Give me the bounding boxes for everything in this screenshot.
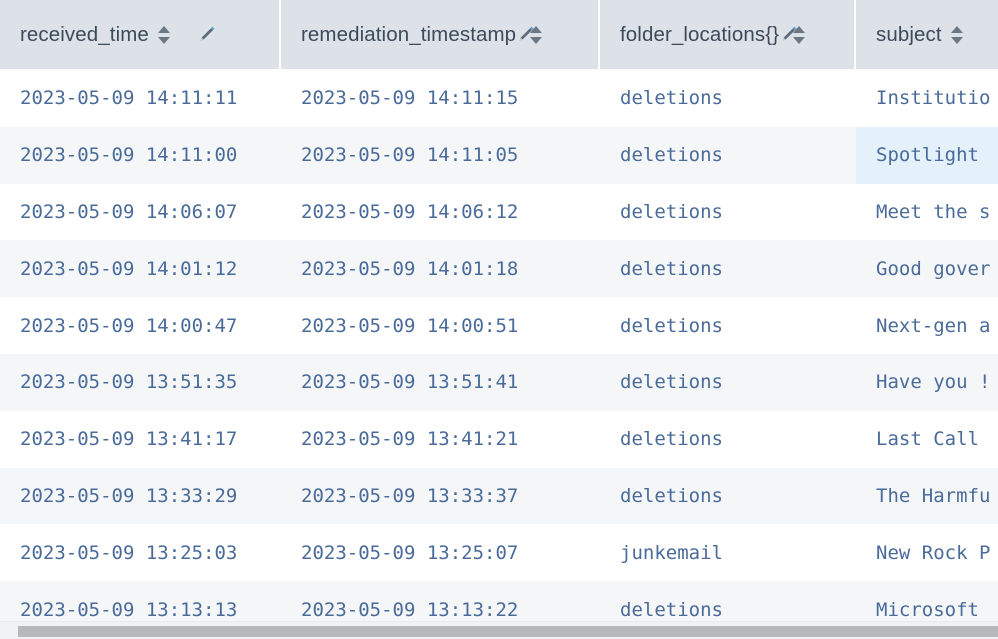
cell-folder_locations[interactable]: deletions [600,354,856,411]
table-row[interactable]: 2023-05-09 14:11:00 2023-05-09 14:11:05 de… [0,126,998,184]
cell-received_time[interactable]: 2023-05-09 14:00:47 [0,297,281,354]
cell-folder_locations[interactable]: deletions [600,468,856,525]
table-row[interactable]: 2023-05-09 13:33:29 2023-05-09 13:33:37 de… [0,467,998,525]
cell-subject[interactable]: Meet the s [856,184,998,241]
cell-received_time[interactable]: 2023-05-09 14:11:00 [0,127,281,184]
cell-folder_locations[interactable]: deletions [600,184,856,241]
sort-icon[interactable] [530,24,543,46]
column-header-label: subject [876,23,942,46]
horizontal-scrollbar[interactable] [0,622,998,639]
table-header-row: received_time remediation_timestamp fold… [0,0,998,70]
cell-subject[interactable]: Good gover [856,240,998,297]
cell-remediation_timestamp[interactable]: 2023-05-09 14:11:15 [281,70,600,127]
column-header-subject[interactable]: subject [856,0,998,70]
cell-received_time[interactable]: 2023-05-09 14:01:12 [0,240,281,297]
horizontal-scroll-thumb[interactable] [18,626,998,637]
cell-subject[interactable]: Spotlight [856,126,998,184]
table-row[interactable]: 2023-05-09 14:11:11 2023-05-09 14:11:15 de… [0,70,998,127]
cell-remediation_timestamp[interactable]: 2023-05-09 13:51:41 [281,354,600,411]
table-row[interactable]: 2023-05-09 13:41:17 2023-05-09 13:41:21 de… [0,410,998,468]
cell-received_time[interactable]: 2023-05-09 13:25:03 [0,524,281,581]
table-row[interactable]: 2023-05-09 13:25:03 2023-05-09 13:25:07 ju… [0,524,998,582]
cell-received_time[interactable]: 2023-05-09 14:06:07 [0,184,281,241]
table-row[interactable]: 2023-05-09 14:06:07 2023-05-09 14:06:12 de… [0,183,998,241]
table-row[interactable]: 2023-05-09 14:00:47 2023-05-09 14:00:51 de… [0,297,998,354]
cell-remediation_timestamp[interactable]: 2023-05-09 14:00:51 [281,297,600,354]
cell-subject[interactable]: The Harmfu [856,468,998,525]
sort-icon[interactable] [950,24,964,46]
cell-received_time[interactable]: 2023-05-09 13:51:35 [0,354,281,411]
cell-remediation_timestamp[interactable]: 2023-05-09 13:33:37 [281,468,600,525]
cell-folder_locations[interactable]: deletions [600,127,856,184]
sort-icon[interactable] [793,24,806,46]
column-header-remediation_timestamp[interactable]: remediation_timestamp [281,0,600,70]
cell-subject[interactable]: Institutio [856,70,998,127]
data-grid: received_time remediation_timestamp fold… [0,0,998,639]
pencil-icon[interactable] [197,24,217,46]
cell-received_time[interactable]: 2023-05-09 13:41:17 [0,411,281,468]
cell-subject[interactable]: Have you ! [856,354,998,411]
column-header-icons [516,24,543,46]
cell-remediation_timestamp[interactable]: 2023-05-09 14:01:18 [281,240,600,297]
cell-remediation_timestamp[interactable]: 2023-05-09 14:06:12 [281,184,600,241]
cell-subject[interactable]: Next-gen a [856,297,998,354]
cell-subject[interactable]: Last Call [856,411,998,468]
column-header-icons [942,24,964,46]
column-header-icons [779,24,806,46]
table-row[interactable]: 2023-05-09 14:01:12 2023-05-09 14:01:18 de… [0,240,998,298]
cell-folder_locations[interactable]: junkemail [600,524,856,581]
column-header-label: folder_locations{} [620,23,780,46]
column-header-label: remediation_timestamp [301,23,517,46]
column-header-received_time[interactable]: received_time [0,0,281,70]
table-body: 2023-05-09 14:11:11 2023-05-09 14:11:15 de… [0,70,998,638]
cell-received_time[interactable]: 2023-05-09 14:11:11 [0,70,281,127]
column-header-label: received_time [20,23,149,46]
cell-subject[interactable]: New Rock P [856,524,998,581]
cell-remediation_timestamp[interactable]: 2023-05-09 13:25:07 [281,524,600,581]
sort-icon[interactable] [157,24,171,46]
table-row[interactable]: 2023-05-09 13:51:35 2023-05-09 13:51:41 de… [0,353,998,411]
column-header-folder_locations[interactable]: folder_locations{} [600,0,856,70]
cell-received_time[interactable]: 2023-05-09 13:33:29 [0,468,281,525]
cell-folder_locations[interactable]: deletions [600,70,856,127]
cell-folder_locations[interactable]: deletions [600,297,856,354]
cell-remediation_timestamp[interactable]: 2023-05-09 13:41:21 [281,411,600,468]
cell-remediation_timestamp[interactable]: 2023-05-09 14:11:05 [281,127,600,184]
cell-folder_locations[interactable]: deletions [600,411,856,468]
column-header-icons [149,24,217,46]
cell-folder_locations[interactable]: deletions [600,240,856,297]
